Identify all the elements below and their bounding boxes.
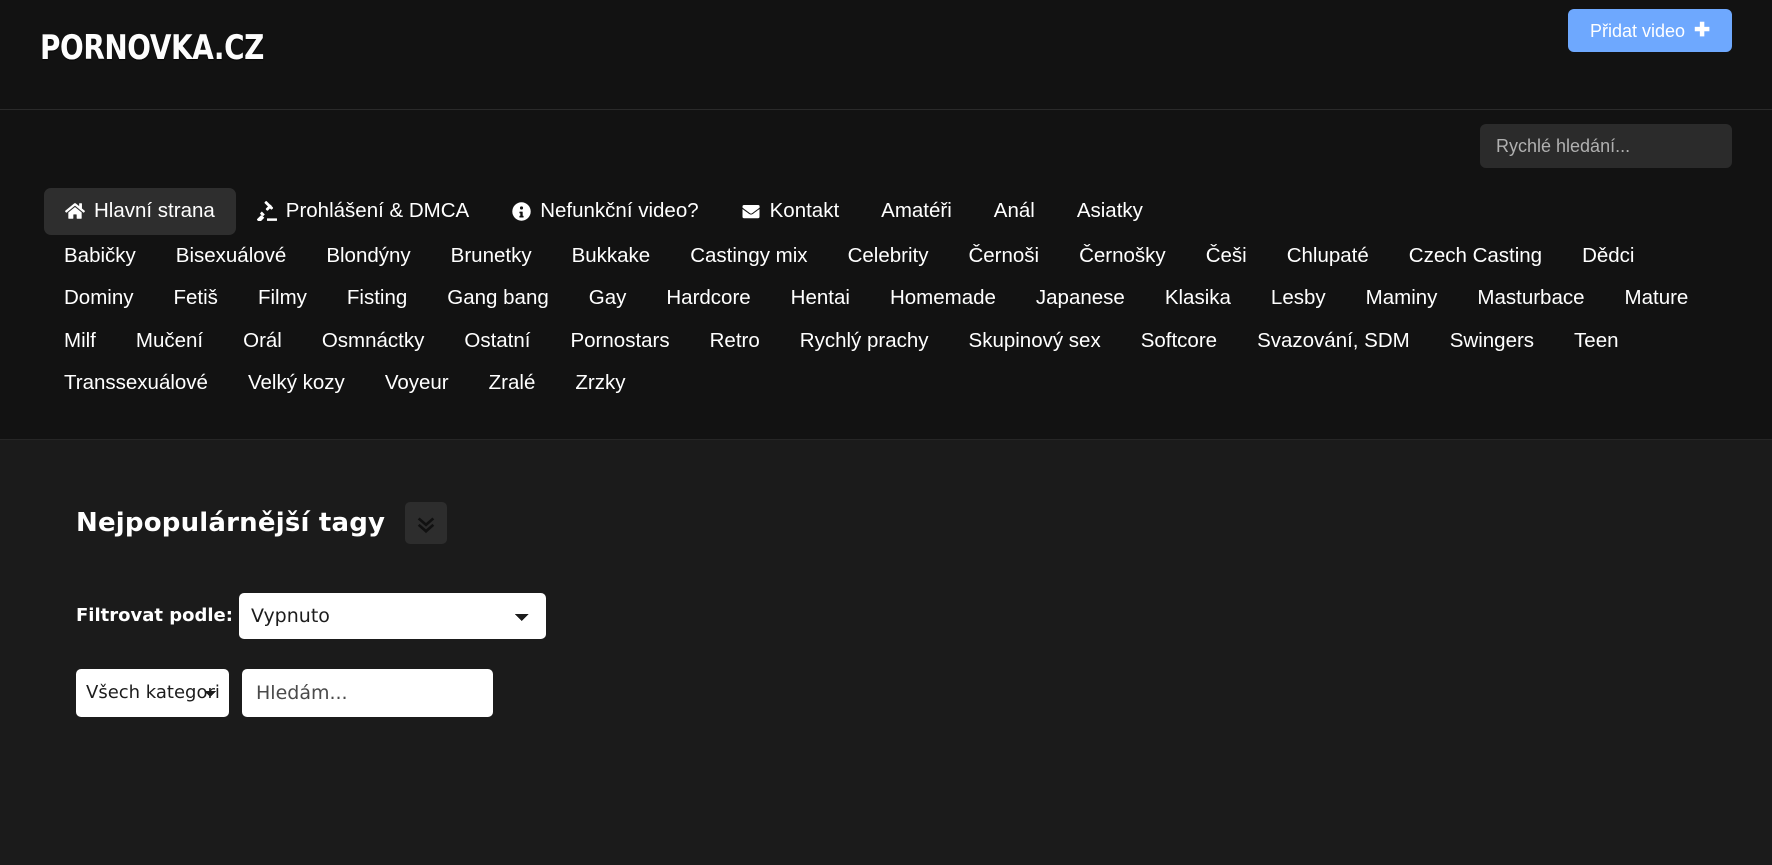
category-link[interactable]: Svazování, SDM (1237, 320, 1430, 363)
envelope-icon (741, 201, 761, 221)
category-link[interactable]: Zrzky (555, 362, 645, 405)
nav-item-nefunk-n-video[interactable]: Nefunkční video? (490, 188, 719, 235)
site-logo[interactable]: PORNOVKA.CZ (40, 28, 264, 68)
category-link[interactable]: Mature (1605, 277, 1709, 320)
category-link[interactable]: Hentai (771, 277, 870, 320)
nav-item-hlavn-strana[interactable]: Hlavní strana (44, 188, 236, 235)
category-link[interactable]: Ostatní (444, 320, 550, 363)
main-navigation: Hlavní strana Prohlášení & DMCA Nefunkční … (0, 182, 1772, 440)
category-link[interactable]: Swingers (1430, 320, 1554, 363)
nav-item-label: Nefunkční video? (540, 199, 699, 222)
category-link[interactable]: Teen (1554, 320, 1638, 363)
nav-item-kontakt[interactable]: Kontakt (720, 188, 861, 235)
category-link[interactable]: Dominy (44, 277, 154, 320)
home-icon (65, 201, 85, 221)
nav-item-label: Hlavní strana (94, 199, 215, 222)
category-link[interactable]: Hardcore (646, 277, 770, 320)
nav-item-amat-i[interactable]: Amatéři (860, 188, 973, 235)
add-video-button[interactable]: Přidat video ✚ (1568, 9, 1732, 52)
category-link[interactable]: Černoši (948, 235, 1059, 278)
category-link[interactable]: Transsexuálové (44, 362, 228, 405)
category-link[interactable]: Babičky (44, 235, 156, 278)
quick-search-input[interactable] (1480, 124, 1732, 168)
category-link[interactable]: Celebrity (828, 235, 949, 278)
category-link[interactable]: Velký kozy (228, 362, 365, 405)
nav-item-label: Asiatky (1076, 199, 1143, 222)
popular-tags-panel: Nejpopulárnější tagy Filtrovat podle: Vy… (0, 439, 1772, 717)
nav-item-label: Prohlášení & DMCA (285, 199, 470, 222)
nav-item-asiatky[interactable]: Asiatky (1056, 188, 1164, 235)
category-link[interactable]: Mučení (116, 320, 223, 363)
top-bar: PORNOVKA.CZ Přidat video ✚ (0, 0, 1772, 110)
category-link[interactable]: Dědci (1562, 235, 1654, 278)
nav-item-label: Kontakt (769, 199, 840, 222)
category-link[interactable]: Osmnáctky (302, 320, 445, 363)
plus-icon: ✚ (1694, 20, 1710, 41)
category-link[interactable]: Retro (690, 320, 780, 363)
category-link[interactable]: Masturbace (1457, 277, 1604, 320)
category-link[interactable]: Blondýny (306, 235, 430, 278)
category-link[interactable]: Lesby (1251, 277, 1346, 320)
category-link[interactable]: Skupinový sex (949, 320, 1121, 363)
filter-label: Filtrovat podle: (76, 605, 233, 626)
category-link[interactable]: Czech Casting (1389, 235, 1562, 278)
double-chevron-down-icon[interactable] (405, 501, 448, 544)
category-link[interactable]: Brunetky (431, 235, 552, 278)
category-link[interactable]: Fetiš (154, 277, 238, 320)
category-nav-rows: Babičky Bisexuálové Blondýny Brunetky Bukkak… (0, 235, 1772, 405)
nav-item-an-l[interactable]: Anál (973, 188, 1056, 235)
quick-search-strip (0, 110, 1772, 182)
category-link[interactable]: Castingy mix (670, 235, 827, 278)
exclamation-circle-icon (511, 201, 531, 221)
category-link[interactable]: Chlupaté (1267, 235, 1389, 278)
category-link[interactable]: Gang bang (427, 277, 568, 320)
nav-item-prohl-en-dmca[interactable]: Prohlášení & DMCA (236, 188, 490, 235)
category-link[interactable]: Klasika (1145, 277, 1251, 320)
nav-item-label: Anál (993, 199, 1035, 222)
page-title: Nejpopulárnější tagy (76, 507, 386, 538)
category-link[interactable]: Homemade (870, 277, 1016, 320)
category-link[interactable]: Orál (223, 320, 302, 363)
add-video-label: Přidat video (1590, 20, 1686, 41)
panel-header: Nejpopulárnější tagy (76, 501, 1772, 544)
category-link[interactable]: Filmy (238, 277, 327, 320)
primary-nav-row: Hlavní strana Prohlášení & DMCA Nefunkční … (0, 182, 1772, 235)
category-select[interactable]: Všech kategorií (76, 668, 229, 717)
category-link[interactable]: Voyeur (365, 362, 469, 405)
tag-search-row: Všech kategorií (76, 668, 1772, 717)
category-link[interactable]: Černošky (1059, 235, 1186, 278)
category-link[interactable]: Bisexuálové (156, 235, 307, 278)
category-link[interactable]: Bukkake (552, 235, 671, 278)
category-link[interactable]: Zralé (469, 362, 556, 405)
category-link[interactable]: Gay (569, 277, 647, 320)
tag-search-input[interactable] (242, 668, 493, 717)
category-link[interactable]: Fisting (327, 277, 427, 320)
category-link[interactable]: Pornostars (550, 320, 689, 363)
category-link[interactable]: Japanese (1016, 277, 1145, 320)
category-link[interactable]: Softcore (1121, 320, 1237, 363)
nav-item-label: Amatéři (881, 199, 952, 222)
category-link[interactable]: Rychlý prachy (780, 320, 949, 363)
filter-row: Filtrovat podle: Vypnuto (76, 592, 1772, 639)
category-link[interactable]: Milf (44, 320, 116, 363)
category-link[interactable]: Maminy (1346, 277, 1458, 320)
gavel-icon (256, 201, 277, 222)
filter-select[interactable]: Vypnuto (238, 592, 546, 639)
category-link[interactable]: Češi (1186, 235, 1267, 278)
